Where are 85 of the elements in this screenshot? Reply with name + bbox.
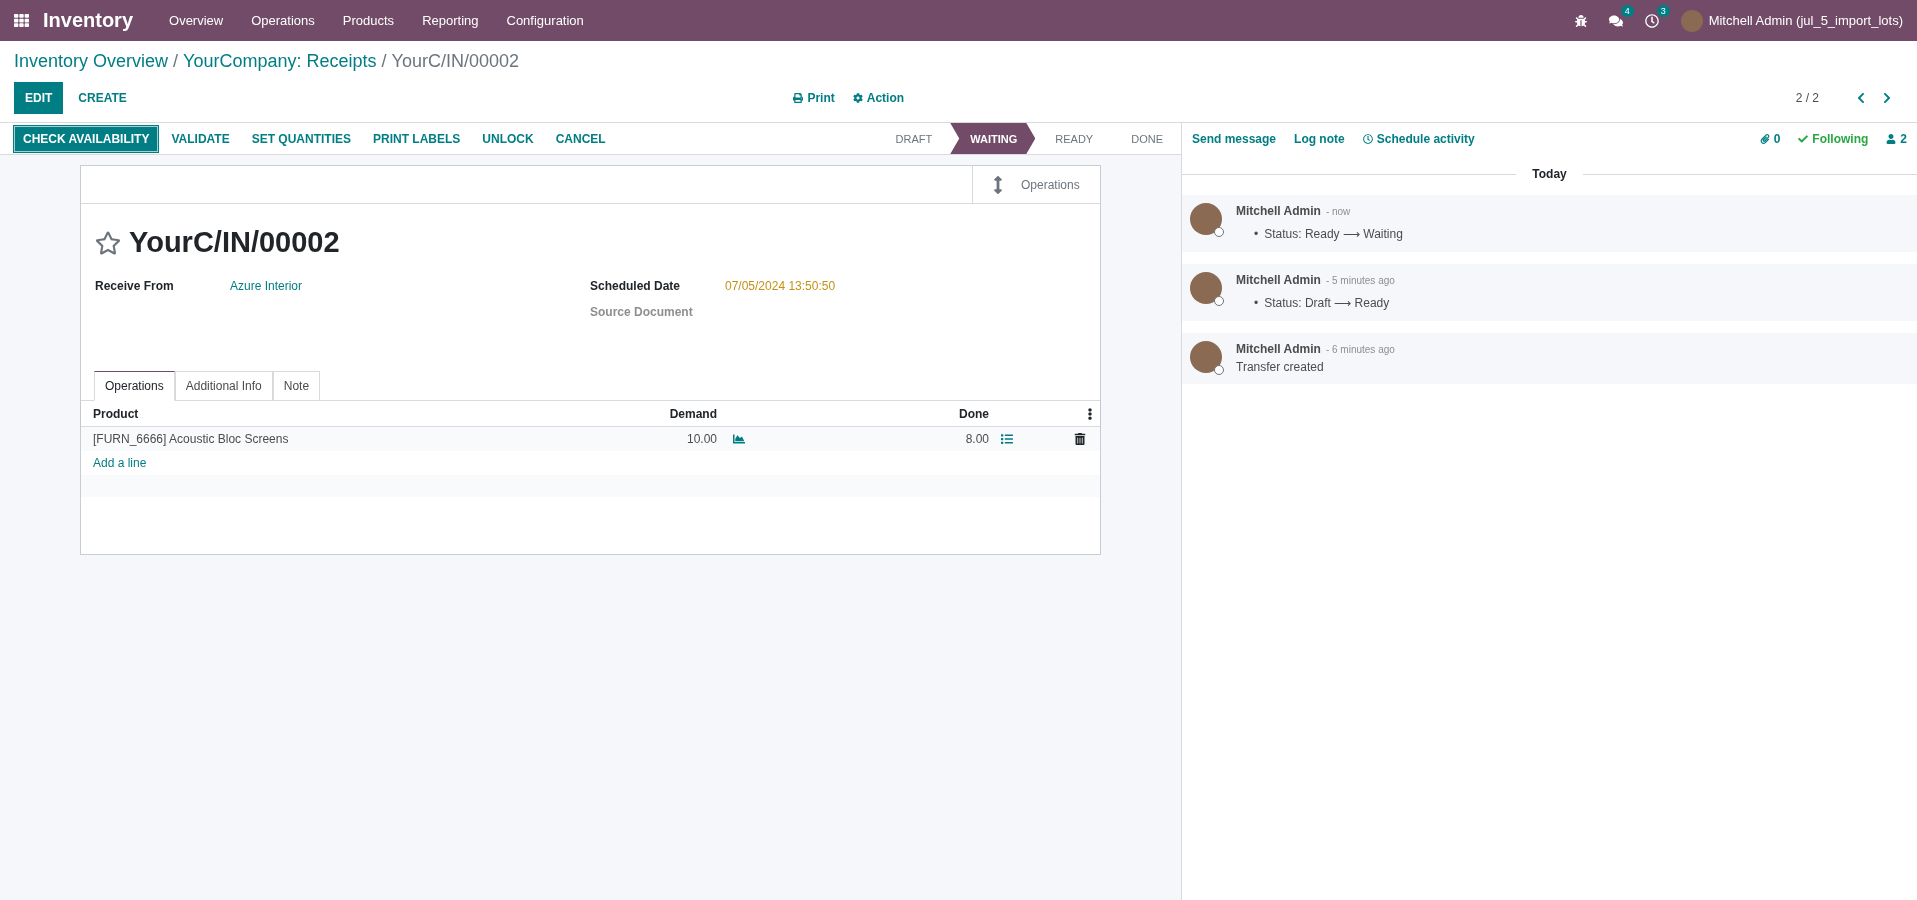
attachments-button[interactable]: 0 [1759,132,1781,146]
action-menu-button[interactable]: Print [793,91,835,105]
followers-button[interactable]: 2 [1886,132,1907,146]
breadcrumb-separator: / [173,51,179,72]
status-dot-icon [1214,227,1224,237]
tracking-value: Status: Ready ⟶ Waiting [1264,226,1403,242]
app-grid-icon[interactable] [14,13,29,28]
following-button[interactable]: Following [1798,132,1869,146]
workflow-button[interactable]: UNLOCK [473,125,543,152]
column-header[interactable]: Done [759,406,991,421]
form-button[interactable]: CREATE [67,82,138,114]
form-button[interactable]: EDIT [14,82,64,114]
author-avatar [1190,341,1222,373]
notebook-tab[interactable]: Additional Info [174,371,273,401]
chatter-button[interactable]: Schedule activity [1362,132,1475,146]
message-author: Mitchell Admin [1236,342,1321,356]
messages-badge: 4 [1620,4,1634,17]
nav-menu-item[interactable]: Products [342,13,395,28]
workflow-button[interactable]: CANCEL [546,125,615,152]
check-icon [1798,134,1809,144]
app-name[interactable]: Inventory [43,9,134,32]
message-author: Mitchell Admin [1236,273,1321,287]
star-icon[interactable] [95,229,121,256]
status-stage[interactable]: DONE [1111,123,1181,154]
message-body: Transfer created [1236,360,1325,374]
workflow-button[interactable]: CHECK AVAILABILITY [14,125,159,152]
message-time: - now [1325,206,1351,217]
action-menu-button[interactable]: Action [852,91,905,105]
notebook-tab[interactable]: Operations [94,371,175,401]
breadcrumb-separator: / [381,51,387,72]
chat-icon[interactable] [1608,13,1623,28]
nav-menu-item[interactable]: Reporting [422,13,479,28]
field-label: Scheduled Date [590,279,682,293]
status-dot-icon [1214,296,1224,306]
breadcrumb-item[interactable]: Inventory Overview [14,51,169,72]
activities-badge: 3 [1656,4,1670,17]
notebook-tab[interactable]: Note [272,371,321,401]
field-value[interactable]: Azure Interior [230,279,590,293]
workflow-button[interactable]: SET QUANTITIES [242,125,360,152]
nav-menu-item[interactable]: Operations [251,13,315,28]
clock-icon[interactable] [1644,13,1659,28]
message-time: - 6 minutes ago [1325,344,1395,355]
nav-menu-item[interactable]: Overview [169,13,224,28]
previous-icon[interactable] [1855,92,1867,104]
area-chart-icon[interactable] [733,433,745,445]
bug-icon[interactable] [1574,14,1587,27]
workflow-button[interactable]: VALIDATE [162,125,239,152]
field-value: 07/05/2024 13:50:50 [725,279,837,293]
chatter-button[interactable]: Send message [1192,132,1277,146]
list-bullet: • [1254,295,1259,311]
printer-icon [793,93,804,103]
column-header[interactable]: Demand [621,406,719,421]
nav-menu-item[interactable]: Configuration [506,13,584,28]
clock-icon [1362,134,1373,144]
gear-icon [852,93,863,103]
workflow-button[interactable]: PRINT LABELS [364,125,470,152]
delete-icon[interactable] [1074,433,1086,445]
field-label: Source Document [590,305,694,319]
record-title: YourC/IN/00002 [129,226,340,259]
breadcrumb-item[interactable]: YourCompany: Receipts [183,51,377,72]
message-time: - 5 minutes ago [1325,275,1395,286]
pager-counter: 2 / 2 [1795,91,1819,105]
message-author: Mitchell Admin [1236,204,1321,218]
author-avatar [1190,203,1222,235]
status-dot-icon [1214,365,1224,375]
column-header[interactable]: Product [81,406,621,421]
status-stage[interactable]: WAITING [950,123,1036,154]
chatter-button[interactable]: Log note [1294,132,1345,146]
table-cell-text: 10.00 [685,432,718,446]
status-stage[interactable]: DRAFT [875,123,951,154]
tracking-value: Status: Draft ⟶ Ready [1264,295,1390,311]
user-menu[interactable]: Mitchell Admin (jul_5_import_lots) [1708,13,1903,28]
user-icon [1886,134,1897,144]
add-line-link[interactable]: Add a line [93,456,147,470]
table-cell-text: [FURN_6666] Acoustic Bloc Screens [92,432,290,446]
author-avatar [1190,272,1222,304]
breadcrumb-item: YourC/IN/00002 [391,51,519,72]
status-stage[interactable]: READY [1035,123,1112,154]
list-icon[interactable] [1001,433,1013,445]
field-label: Receive From [95,279,175,293]
paperclip-icon [1759,134,1770,144]
table-cell-text: 8.00 [964,432,990,446]
list-bullet: • [1254,226,1259,242]
date-separator: Today [1532,167,1567,181]
next-icon[interactable] [1881,92,1893,104]
